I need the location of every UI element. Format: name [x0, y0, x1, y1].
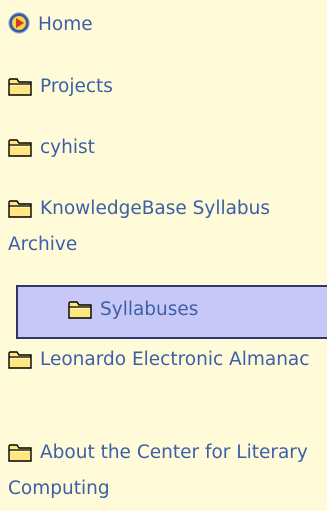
nav-label-projects[interactable]: Projects — [40, 76, 113, 97]
nav-item-about-center-literary-computing[interactable]: About the Center for Literary Computing — [8, 437, 327, 505]
folder-icon — [8, 197, 32, 229]
nav-item-cyhist[interactable]: cyhist — [8, 132, 327, 168]
nav-item-leonardo-electronic-almanac[interactable]: Leonardo Electronic Almanac — [8, 344, 327, 380]
folder-icon — [68, 299, 92, 328]
home-globe-icon — [8, 12, 30, 45]
nav-label-about-center-literary-computing[interactable]: About the Center for Literary Computing — [8, 442, 308, 499]
nav-label-leonardo-electronic-almanac[interactable]: Leonardo Electronic Almanac — [40, 349, 309, 370]
folder-icon — [8, 348, 32, 380]
folder-icon — [8, 136, 32, 168]
nav-item-syllabuses-selected[interactable]: Syllabuses — [16, 285, 327, 339]
nav-label-syllabuses[interactable]: Syllabuses — [100, 299, 198, 320]
nav-item-knowledgebase-syllabus-archive[interactable]: KnowledgeBase Syllabus Archive — [8, 193, 327, 261]
nav-item-projects[interactable]: Projects — [8, 71, 327, 107]
nav-item-home[interactable]: Home — [8, 9, 327, 45]
nav-label-home[interactable]: Home — [38, 14, 93, 35]
folder-icon — [8, 75, 32, 107]
nav-label-cyhist[interactable]: cyhist — [40, 137, 95, 158]
folder-icon — [8, 441, 32, 473]
nav-label-knowledgebase-syllabus-archive[interactable]: KnowledgeBase Syllabus Archive — [8, 198, 270, 255]
